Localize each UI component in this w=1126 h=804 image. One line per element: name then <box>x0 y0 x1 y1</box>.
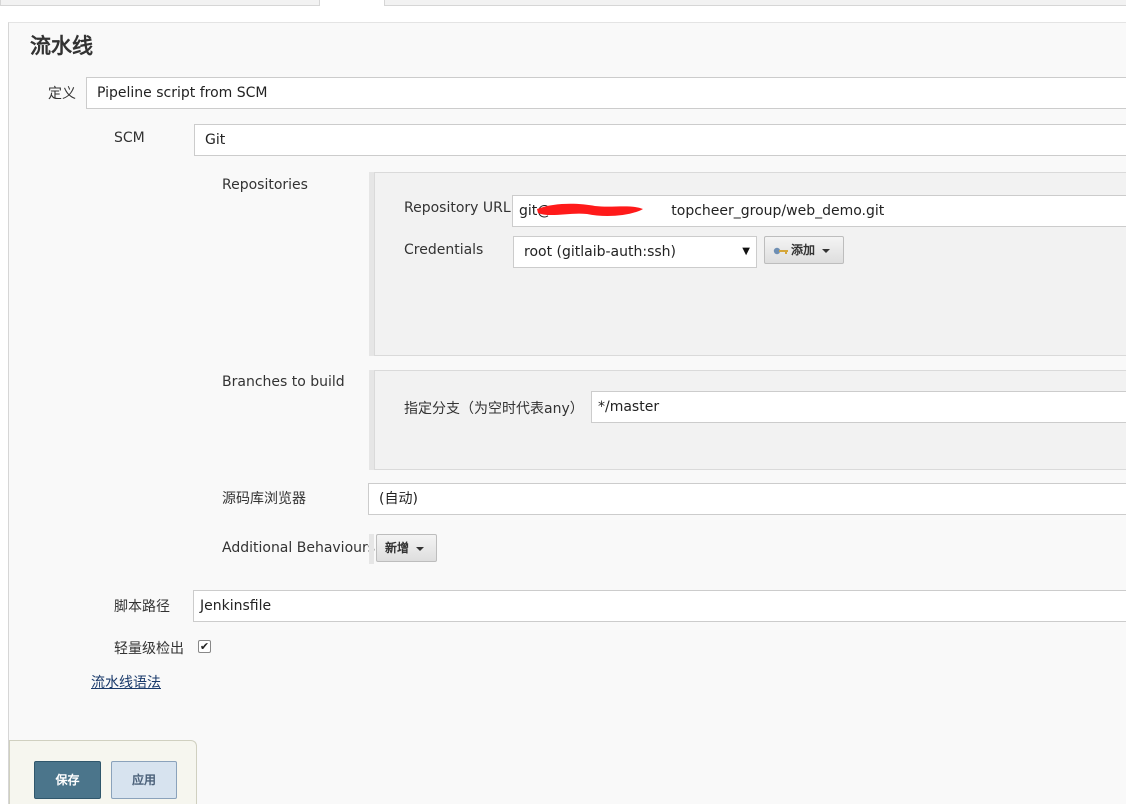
behaviours-drag-handle[interactable] <box>369 534 374 564</box>
scm-value: Git <box>205 132 226 148</box>
additional-behaviours-label: Additional Behaviours <box>222 540 376 556</box>
add-behaviour-label: 新增 <box>385 541 410 555</box>
repositories-label: Repositories <box>222 177 308 193</box>
chevron-down-icon: ▼ <box>742 246 750 257</box>
credentials-select[interactable]: root (gitlaib-auth:ssh) ▼ <box>513 236 757 268</box>
repo-browser-select[interactable]: (自动) <box>368 483 1126 515</box>
add-behaviour-button[interactable]: 新增 <box>376 534 437 562</box>
redaction-mark <box>537 203 643 217</box>
lightweight-checkout-label: 轻量级检出 <box>114 641 184 657</box>
key-icon <box>773 247 788 254</box>
branch-specifier-input[interactable]: */master <box>591 391 1126 423</box>
credentials-label: Credentials <box>404 242 484 258</box>
save-button[interactable]: 保存 <box>34 761 101 799</box>
branch-specifier-label: 指定分支（为空时代表any） <box>404 401 584 417</box>
pipeline-syntax-link[interactable]: 流水线语法 <box>91 672 161 692</box>
caret-down-icon <box>416 546 425 551</box>
script-path-label: 脚本路径 <box>114 599 170 615</box>
repository-url-label: Repository URL <box>404 200 511 216</box>
tab-next[interactable] <box>384 0 1126 6</box>
repository-url-suffix: topcheer_group/web_demo.git <box>671 203 885 219</box>
branch-specifier-value: */master <box>598 399 660 415</box>
add-credentials-label: 添加 <box>791 243 816 257</box>
scm-select[interactable]: Git <box>194 124 1126 156</box>
branches-label: Branches to build <box>222 374 345 390</box>
scm-label: SCM <box>114 130 145 146</box>
section-title: 流水线 <box>30 34 93 58</box>
definition-label: 定义 <box>48 86 76 102</box>
definition-value: Pipeline script from SCM <box>97 85 268 101</box>
lightweight-checkout-checkbox[interactable]: ✔ <box>198 640 211 653</box>
tab-previous[interactable] <box>0 0 320 6</box>
credentials-value: root (gitlaib-auth:ssh) <box>524 244 676 260</box>
repo-browser-label: 源码库浏览器 <box>222 491 306 507</box>
add-credentials-button[interactable]: 添加 <box>764 236 844 264</box>
caret-down-icon <box>822 248 831 253</box>
repo-browser-value: (自动) <box>379 491 418 507</box>
script-path-value: Jenkinsfile <box>200 598 272 614</box>
script-path-input[interactable]: Jenkinsfile <box>193 590 1126 622</box>
apply-button[interactable]: 应用 <box>111 761 177 799</box>
definition-select[interactable]: Pipeline script from SCM <box>86 77 1126 109</box>
